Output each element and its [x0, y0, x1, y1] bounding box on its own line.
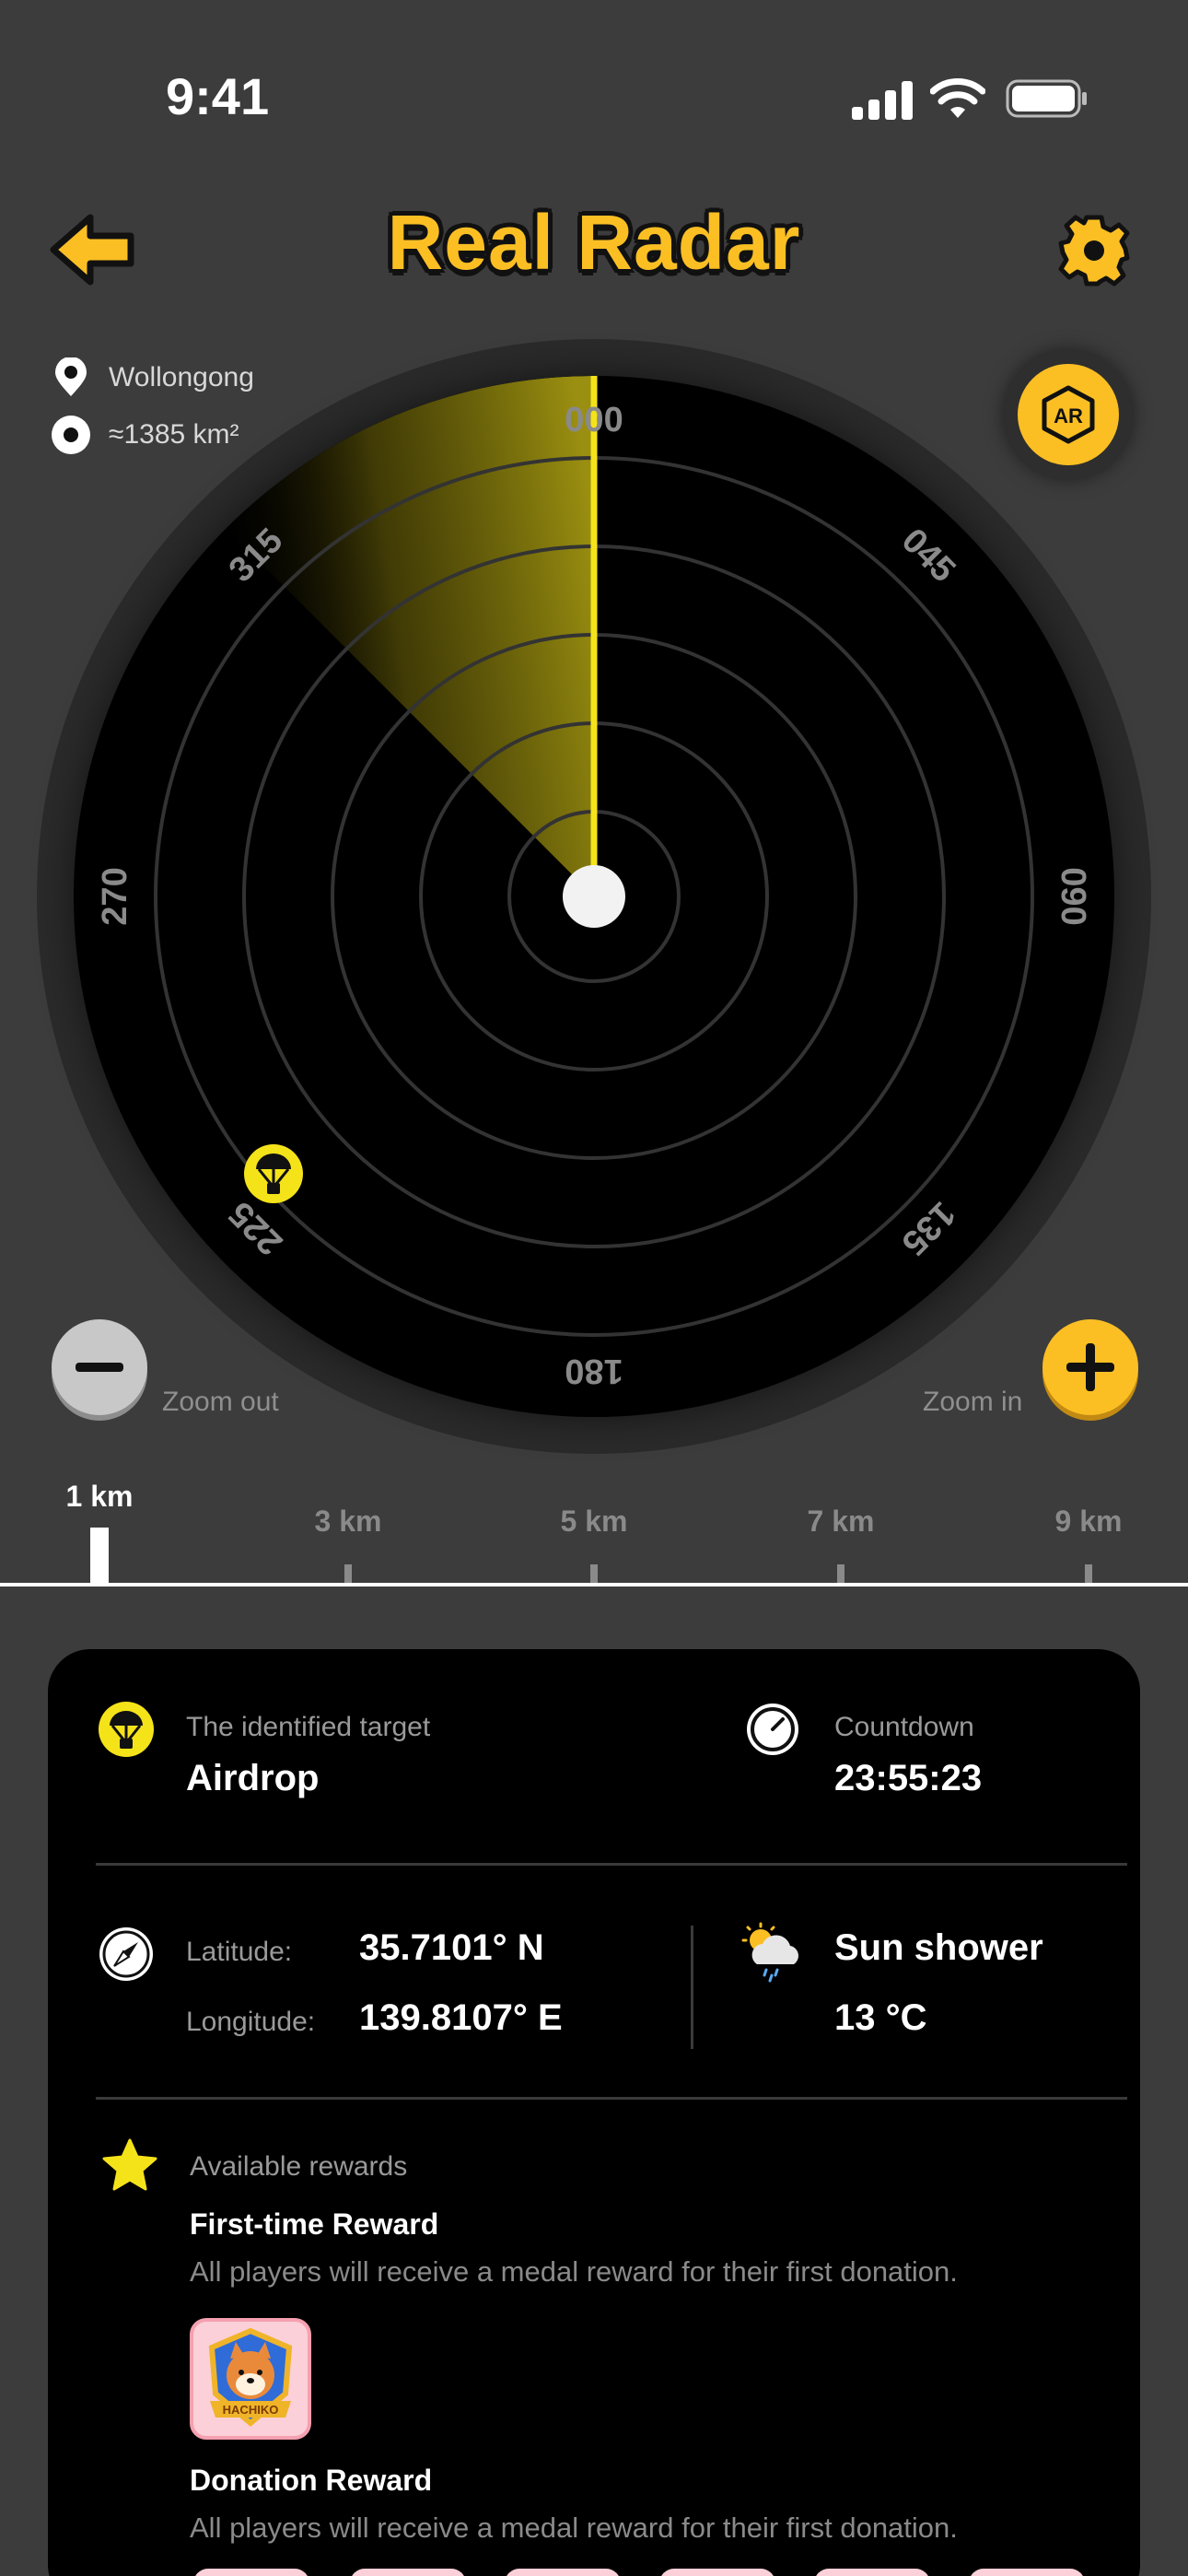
scale-tick: [590, 1564, 598, 1585]
hachiko-medal-image: HACHIKO: [208, 2327, 293, 2427]
medal-thumbnail[interactable]: [193, 2569, 309, 2576]
hachiko-medal[interactable]: HACHIKO: [190, 2318, 311, 2440]
scale-option-7km[interactable]: 7 km: [776, 1505, 905, 1539]
radar-screen: 9:41 Real Radar Wollongong ≈1385 km² 000…: [0, 0, 1188, 2576]
scale-option-1km[interactable]: 1 km: [35, 1480, 164, 1514]
airdrop-icon: [99, 1702, 154, 1757]
plus-icon: [1066, 1343, 1114, 1391]
compass-icon: [99, 1927, 153, 1981]
medal-thumbnail[interactable]: [659, 2569, 775, 2576]
scale-tick: [1085, 1564, 1092, 1585]
target-value: Airdrop: [186, 1758, 320, 1798]
status-time: 9:41: [166, 67, 270, 125]
stopwatch-icon: [747, 1704, 798, 1755]
wifi-icon: [930, 78, 985, 118]
radar-sweep: [226, 376, 594, 896]
card-divider: [96, 2097, 1127, 2100]
card-divider: [96, 1863, 1127, 1866]
countdown-label: Countdown: [834, 1712, 974, 1742]
countdown-value: 23:55:23: [834, 1758, 983, 1798]
latitude-label: Latitude:: [186, 1937, 293, 1967]
reward-description: All players will receive a medal reward …: [190, 2255, 958, 2288]
target-label: The identified target: [186, 1712, 431, 1742]
radar-center-dot: [563, 865, 625, 928]
weather-sun-shower-icon: [741, 1922, 798, 1983]
scale-tick-selected: [90, 1528, 109, 1585]
svg-text:AR: AR: [1054, 404, 1083, 427]
weather-condition: Sun shower: [834, 1927, 1043, 1968]
airdrop-icon[interactable]: [243, 1143, 304, 1204]
scale-option-5km[interactable]: 5 km: [530, 1505, 658, 1539]
zoom-in-label: Zoom in: [923, 1387, 1023, 1417]
star-icon: [102, 2138, 157, 2191]
reward-title: First-time Reward: [190, 2207, 439, 2241]
scale-tick: [344, 1564, 352, 1585]
reward-title: Donation Reward: [190, 2464, 433, 2497]
scale-tick: [837, 1564, 844, 1585]
radar-display[interactable]: 000 045 090 135 180 225 270 315: [74, 376, 1114, 1417]
target-info-card: The identified target Airdrop Countdown …: [48, 1649, 1140, 2576]
weather-temperature: 13 °C: [834, 1997, 927, 2038]
medal-thumbnail[interactable]: [505, 2569, 621, 2576]
medal-thumbnail[interactable]: [814, 2569, 930, 2576]
longitude-label: Longitude:: [186, 2007, 316, 2037]
medal-thumbnail[interactable]: [350, 2569, 466, 2576]
scale-option-9km[interactable]: 9 km: [1024, 1505, 1153, 1539]
battery-icon: [1006, 79, 1087, 118]
radar-rings: [154, 376, 1034, 1337]
latitude-value: 35.7101° N: [359, 1927, 544, 1968]
bearing-090: 090: [1054, 867, 1092, 926]
page-title: Real Radar: [387, 199, 801, 286]
rewards-label: Available rewards: [190, 2151, 408, 2182]
status-bar: 9:41: [0, 0, 1188, 193]
scale-option-3km[interactable]: 3 km: [284, 1505, 413, 1539]
medal-thumbnail[interactable]: [969, 2569, 1085, 2576]
settings-gear-icon[interactable]: [1057, 214, 1131, 287]
reward-description: All players will receive a medal reward …: [190, 2512, 958, 2544]
cellular-signal-icon: [852, 81, 913, 120]
bearing-180: 180: [565, 1352, 623, 1390]
card-vertical-divider: [691, 1926, 693, 2049]
zoom-out-button[interactable]: [52, 1319, 147, 1415]
minus-icon: [76, 1363, 123, 1372]
longitude-value: 139.8107° E: [359, 1997, 563, 2038]
zoom-out-label: Zoom out: [162, 1387, 279, 1417]
medal-text: HACHIKO: [223, 2403, 279, 2417]
zoom-in-button[interactable]: [1042, 1319, 1138, 1415]
bearing-000: 000: [565, 401, 623, 439]
scale-baseline: [0, 1583, 1188, 1587]
ar-cube-icon: AR: [1042, 385, 1095, 444]
ar-mode-button[interactable]: AR: [1004, 350, 1133, 479]
bearing-270: 270: [96, 867, 134, 926]
